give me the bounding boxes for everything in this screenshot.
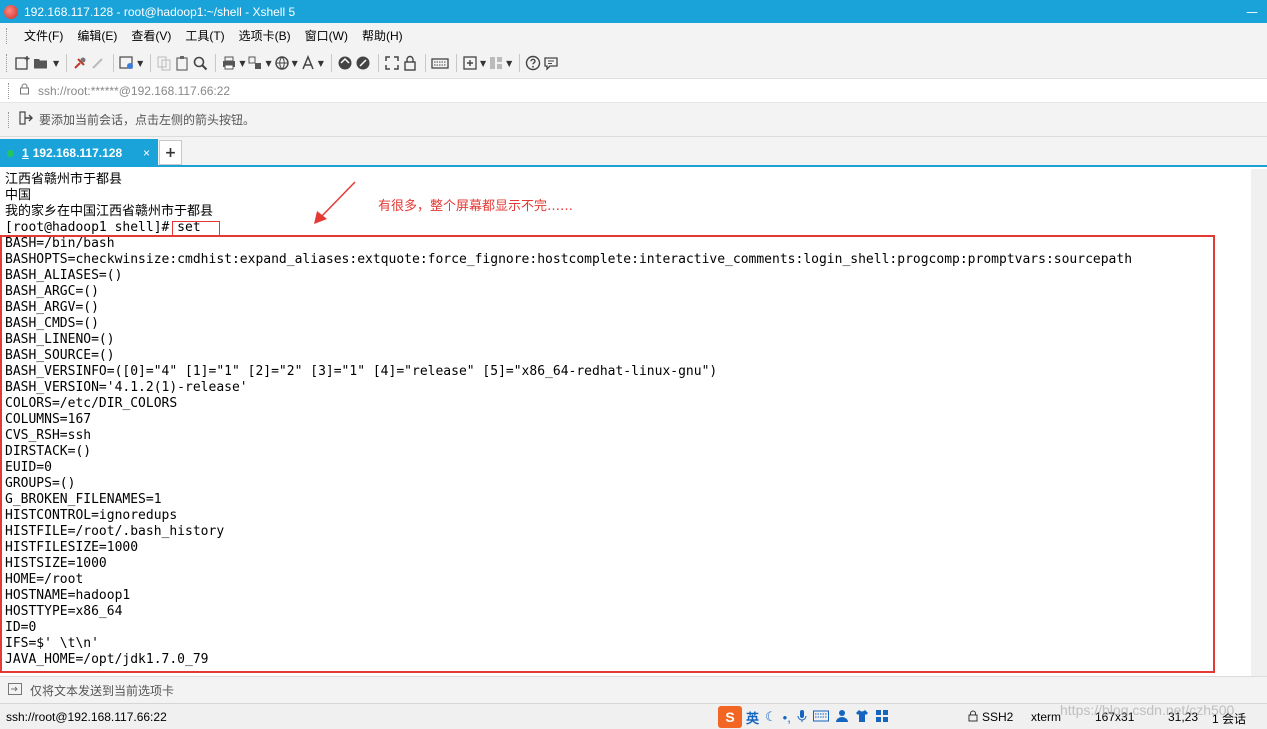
tab-number: 1 bbox=[22, 146, 29, 160]
terminal-line: 中国 bbox=[5, 188, 32, 203]
connect-icon[interactable] bbox=[72, 52, 88, 74]
add-tab-icon[interactable]: ▼ bbox=[462, 52, 486, 74]
tab-bar: 1 192.168.117.128 × + bbox=[0, 137, 1267, 167]
disconnect-icon[interactable] bbox=[90, 52, 106, 74]
title-bar: 192.168.117.128 - root@hadoop1:~/shell -… bbox=[0, 0, 1267, 23]
chevron-down-icon[interactable]: ▼ bbox=[318, 59, 324, 68]
layout-icon[interactable]: ▼ bbox=[488, 52, 512, 74]
toolbar-divider bbox=[377, 54, 379, 72]
toolbar-divider bbox=[424, 54, 426, 72]
session-properties-icon[interactable]: ▼ bbox=[119, 52, 143, 74]
terminal-line: 江西省赣州市于都县 bbox=[5, 172, 123, 187]
xftp-icon[interactable] bbox=[337, 52, 353, 74]
skin-icon[interactable] bbox=[855, 709, 869, 725]
toolbar-divider bbox=[215, 54, 217, 72]
send-text-icon[interactable] bbox=[8, 682, 22, 698]
globe-icon[interactable]: ▼ bbox=[274, 52, 298, 74]
chevron-down-icon[interactable]: ▼ bbox=[506, 59, 512, 68]
font-icon[interactable]: ▼ bbox=[300, 52, 324, 74]
minimize-button[interactable]: — bbox=[1237, 0, 1267, 23]
connected-status-icon bbox=[7, 149, 14, 157]
menu-view[interactable]: 查看(V) bbox=[124, 27, 178, 44]
new-session-icon[interactable] bbox=[15, 52, 31, 74]
lock-icon[interactable] bbox=[402, 52, 418, 74]
close-icon[interactable]: × bbox=[143, 146, 150, 160]
punctuation-icon[interactable]: •, bbox=[783, 710, 791, 725]
xmanager-icon[interactable] bbox=[355, 52, 371, 74]
hint-grip bbox=[8, 111, 11, 128]
address-input[interactable] bbox=[38, 83, 438, 98]
copy-icon[interactable] bbox=[156, 52, 172, 74]
user-icon[interactable] bbox=[835, 709, 849, 725]
menu-grip bbox=[6, 27, 9, 44]
fullscreen-icon[interactable] bbox=[384, 52, 400, 74]
chevron-down-icon[interactable]: ▼ bbox=[480, 59, 486, 68]
toolbar-divider bbox=[519, 54, 521, 72]
terminal-scrollbar[interactable] bbox=[1251, 169, 1267, 676]
terminal-line: 我的家乡在中国江西省赣州市于都县 bbox=[5, 204, 214, 219]
ime-menu-icon[interactable] bbox=[875, 709, 889, 725]
tab-label: 192.168.117.128 bbox=[32, 146, 123, 160]
annotation-arrow bbox=[314, 181, 356, 224]
toolbar-divider bbox=[150, 54, 152, 72]
send-bar-placeholder: 仅将文本发送到当前选项卡 bbox=[30, 683, 175, 698]
find-icon[interactable] bbox=[192, 52, 208, 74]
toolbar-divider bbox=[330, 54, 332, 72]
paste-icon[interactable] bbox=[174, 52, 190, 74]
tab-session[interactable]: 1 192.168.117.128 × bbox=[0, 139, 158, 167]
status-protocol: SSH2 bbox=[982, 710, 1014, 724]
xshell-app-icon bbox=[4, 4, 18, 19]
menu-edit[interactable]: 编辑(E) bbox=[70, 27, 124, 44]
keyboard-icon[interactable] bbox=[812, 710, 829, 725]
toolbar-divider bbox=[113, 54, 115, 72]
hint-text: 要添加当前会话，点击左侧的箭头按钮。 bbox=[39, 113, 256, 127]
moon-icon[interactable]: ☾ bbox=[765, 709, 777, 725]
sogou-ime-icon[interactable]: S bbox=[718, 706, 742, 728]
toolbar-divider bbox=[66, 54, 68, 72]
menu-file[interactable]: 文件(F) bbox=[17, 27, 70, 44]
menu-tab[interactable]: 选项卡(B) bbox=[232, 27, 298, 44]
menu-window[interactable]: 窗口(W) bbox=[298, 27, 355, 44]
address-grip bbox=[8, 82, 11, 99]
status-term: xterm bbox=[1031, 710, 1061, 724]
help-icon[interactable] bbox=[525, 52, 541, 74]
ime-toolbar[interactable]: S 英 ☾ •, bbox=[718, 706, 895, 728]
toolbar-grip bbox=[6, 54, 9, 72]
chevron-down-icon[interactable]: ▼ bbox=[292, 59, 298, 68]
window-title: 192.168.117.128 - root@hadoop1:~/shell -… bbox=[24, 4, 296, 19]
chevron-down-icon[interactable]: ▼ bbox=[239, 59, 245, 68]
ime-language-toggle[interactable]: 英 bbox=[746, 708, 759, 727]
lock-icon bbox=[19, 83, 30, 98]
toolbar-divider bbox=[455, 54, 457, 72]
keyboard-icon[interactable] bbox=[431, 52, 449, 74]
session-hint-bar: 要添加当前会话，点击左侧的箭头按钮。 bbox=[0, 103, 1267, 137]
chevron-down-icon[interactable]: ▼ bbox=[53, 59, 59, 68]
menu-bar: 文件(F) 编辑(E) 查看(V) 工具(T) 选项卡(B) 窗口(W) 帮助(… bbox=[0, 23, 1267, 48]
status-connection: ssh://root@192.168.117.66:22 bbox=[6, 710, 167, 724]
open-folder-icon[interactable]: ▼ bbox=[33, 52, 59, 74]
chevron-down-icon[interactable]: ▼ bbox=[265, 59, 271, 68]
annotation-box-output bbox=[0, 235, 1215, 673]
lock-icon bbox=[968, 710, 978, 725]
menu-tools[interactable]: 工具(T) bbox=[178, 27, 231, 44]
annotation-text: 有很多，整个屏幕都显示不完…… bbox=[378, 199, 574, 214]
transfer-icon[interactable]: ▼ bbox=[247, 52, 272, 74]
chat-icon[interactable] bbox=[543, 52, 559, 74]
add-session-arrow-icon[interactable] bbox=[19, 110, 33, 129]
watermark: https://blog.csdn.net/czh500 bbox=[1060, 702, 1235, 718]
microphone-icon[interactable] bbox=[797, 709, 807, 726]
send-bar[interactable]: 仅将文本发送到当前选项卡 bbox=[0, 676, 1267, 703]
toolbar: ▼ ▼ ▼ ▼ ▼ ▼ ▼ ▼ bbox=[0, 48, 1267, 79]
add-tab-button[interactable]: + bbox=[159, 140, 182, 165]
chevron-down-icon[interactable]: ▼ bbox=[137, 59, 143, 68]
address-bar bbox=[0, 79, 1267, 103]
menu-help[interactable]: 帮助(H) bbox=[355, 27, 410, 44]
print-icon[interactable]: ▼ bbox=[221, 52, 245, 74]
